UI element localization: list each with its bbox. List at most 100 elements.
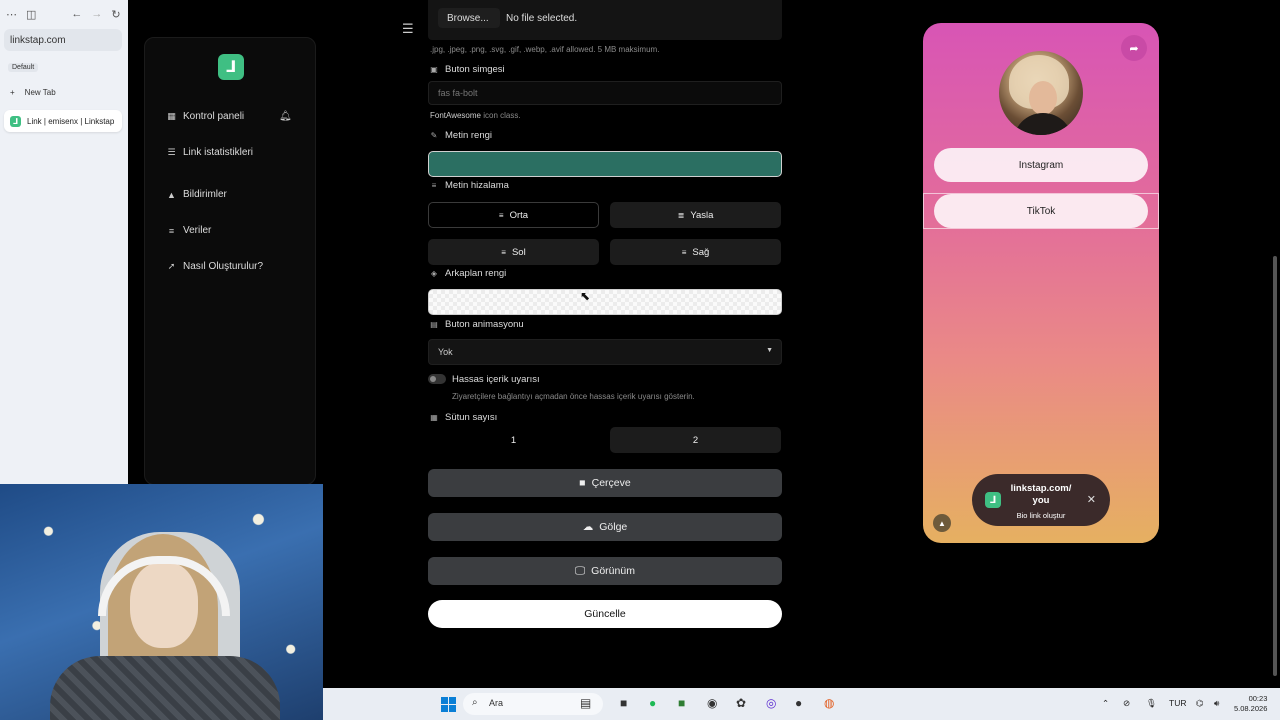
- taskbar-clock[interactable]: 00:23 5.08.2026: [1234, 694, 1267, 714]
- update-button[interactable]: Güncelle: [428, 600, 782, 628]
- columns-label-text: Sütun sayısı: [445, 412, 498, 423]
- align-left-label: Sol: [511, 246, 526, 258]
- database-icon: ≡: [168, 225, 175, 236]
- obs-icon[interactable]: ◉: [707, 696, 717, 710]
- preview-link-tiktok[interactable]: TikTok: [934, 194, 1148, 228]
- preview-link-instagram[interactable]: Instagram: [934, 148, 1148, 182]
- film-icon: ▤: [430, 320, 438, 329]
- sidebar-toggle-icon[interactable]: ◫: [26, 8, 36, 21]
- back-icon[interactable]: ←: [71, 8, 82, 20]
- icon-class-input[interactable]: fas fa-bolt: [428, 81, 782, 105]
- view-label: Görünüm: [591, 565, 635, 577]
- sidebar-item-notifications[interactable]: ▲ Bildirimler: [167, 189, 227, 200]
- wifi-icon[interactable]: ⌬: [1196, 698, 1203, 709]
- app-dot-icon[interactable]: ●: [795, 696, 802, 710]
- avatar: [999, 51, 1083, 135]
- linkstap-logo-icon[interactable]: ⅃: [218, 54, 244, 80]
- file-status: No file selected.: [506, 13, 578, 24]
- microphone-icon[interactable]: 🎙︎: [1146, 698, 1157, 709]
- animation-label: ▤ Buton animasyonu: [430, 319, 523, 330]
- profile-preview: ➦ Instagram TikTok ⅃ linkstap.com/ you B…: [923, 23, 1159, 543]
- text-color-picker[interactable]: [428, 151, 782, 177]
- columns-1-button[interactable]: 1: [428, 427, 599, 453]
- border-button[interactable]: ■ Çerçeve: [428, 469, 782, 497]
- align-right-button[interactable]: ≡ Sağ: [610, 239, 781, 265]
- icon-hint-rest: icon class.: [481, 111, 521, 120]
- align-justify-icon: ≣: [677, 210, 685, 220]
- align-center-button[interactable]: ≡ Orta: [428, 202, 599, 228]
- language-indicator[interactable]: TUR: [1169, 698, 1186, 708]
- rocket-icon: ➚: [167, 261, 176, 271]
- hamburger-menu-icon[interactable]: ☰: [402, 21, 414, 37]
- cloud-icon: ☁: [582, 521, 594, 533]
- text-align-label: ≡ Metin hizalama: [430, 180, 509, 191]
- active-tab[interactable]: ⅃ Link | emisenx | Linkstap: [4, 110, 122, 132]
- animation-select[interactable]: Yok ▼: [428, 339, 782, 365]
- volume-icon[interactable]: 🔊︎: [1214, 698, 1219, 709]
- sidebar-item-label: Nasıl Oluşturulur?: [183, 261, 264, 272]
- grid-icon: ▦: [167, 111, 176, 121]
- clock-date: 5.08.2026: [1234, 704, 1268, 713]
- address-bar[interactable]: linkstap.com: [4, 29, 122, 51]
- close-icon[interactable]: ✕: [1087, 493, 1096, 506]
- file-explorer-icon[interactable]: ▤: [580, 696, 591, 710]
- sensitive-label: Hassas içerik uyarısı: [452, 374, 540, 385]
- sidebar-item-link-stats[interactable]: ☰ Link istatistikleri: [167, 147, 253, 158]
- windows-taskbar: ⌕ Ara ▤ ■ ● ■ ◉ ✿ ◎ ● ◍ ⌃ ⊘ 🎙︎ TUR ⌬ 🔊︎ …: [323, 688, 1280, 720]
- chevron-up-icon[interactable]: ⌃: [1102, 698, 1109, 709]
- view-button[interactable]: 🖵︎ Görünüm: [428, 557, 782, 585]
- sensitive-content-toggle[interactable]: [428, 374, 446, 384]
- reload-icon[interactable]: ↻: [111, 8, 120, 21]
- columns-icon: ▦: [430, 413, 438, 422]
- align-left-button[interactable]: ≡ Sol: [428, 239, 599, 265]
- warning-icon[interactable]: ▲: [933, 514, 951, 532]
- text-color-label: ✎ Metin rengi: [430, 130, 492, 141]
- tray-network-icon[interactable]: ⊘: [1123, 698, 1130, 709]
- share-icon[interactable]: ➦: [1121, 35, 1147, 61]
- linkstap-promo-toast[interactable]: ⅃ linkstap.com/ you Bio link oluştur ✕: [972, 474, 1110, 526]
- align-left-icon: ≡: [501, 247, 506, 257]
- spotify-icon[interactable]: ●: [649, 696, 656, 710]
- fill-icon: ◈: [430, 269, 438, 278]
- shadow-button[interactable]: ☁ Gölge: [428, 513, 782, 541]
- caret-down-icon: ▼: [766, 347, 773, 354]
- menu-dots-icon[interactable]: ⋯: [6, 8, 17, 21]
- toast-subtitle: Bio link oluştur: [1016, 511, 1066, 520]
- workspace-badge[interactable]: Default: [8, 63, 39, 72]
- text-color-label-text: Metin rengi: [445, 130, 492, 141]
- align-center-label: Orta: [509, 209, 529, 221]
- browse-button[interactable]: Browse...: [438, 8, 500, 28]
- app-icon[interactable]: ■: [678, 696, 685, 710]
- chatgpt-icon[interactable]: ✿: [736, 696, 746, 710]
- list-icon: ☰: [167, 147, 176, 157]
- tab-title: Link | emisenx | Linkstap: [27, 116, 115, 126]
- notification-bell-icon[interactable]: 🔔︎: [279, 111, 292, 122]
- align-center-icon: ≡: [498, 210, 504, 220]
- page-scrollbar[interactable]: [1273, 256, 1277, 676]
- windows-start-icon[interactable]: [441, 697, 456, 712]
- icon-class-placeholder: fas fa-bolt: [438, 88, 478, 98]
- align-justify-label: Yasla: [690, 209, 714, 221]
- sidebar-item-data[interactable]: ≡ Veriler: [167, 225, 212, 236]
- app-circle-icon[interactable]: ◎: [766, 696, 776, 710]
- dashboard-sidebar: ⅃ ▦ Kontrol paneli 🔔︎ ☰ Link istatistikl…: [144, 37, 316, 485]
- firefox-icon[interactable]: ◍: [824, 696, 834, 710]
- terminal-icon[interactable]: ■: [620, 696, 627, 710]
- bg-color-picker[interactable]: [428, 289, 782, 315]
- sidebar-item-how-to[interactable]: ➚ Nasıl Oluşturulur?: [167, 261, 263, 272]
- bg-color-label: ◈ Arkaplan rengi: [430, 268, 506, 279]
- new-tab-button[interactable]: + New Tab: [10, 88, 56, 97]
- align-justify-button[interactable]: ≣ Yasla: [610, 202, 781, 228]
- sidebar-item-label: Kontrol paneli: [183, 111, 245, 122]
- icon-hint: FontAwesome icon class.: [430, 111, 521, 120]
- bg-color-label-text: Arkaplan rengi: [445, 268, 507, 279]
- icon-label: ▣ Buton simgesi: [430, 64, 504, 75]
- file-hint: .jpg, .jpeg, .png, .svg, .gif, .webp, .a…: [430, 45, 660, 54]
- plus-icon: +: [10, 88, 15, 97]
- sidebar-item-dashboard[interactable]: ▦ Kontrol paneli: [167, 111, 244, 122]
- columns-2-button[interactable]: 2: [610, 427, 781, 453]
- shadow-label: Gölge: [599, 521, 628, 533]
- file-upload[interactable]: Browse... No file selected.: [428, 0, 782, 40]
- forward-icon[interactable]: →: [91, 8, 102, 20]
- toast-title: linkstap.com/ you: [1010, 483, 1072, 506]
